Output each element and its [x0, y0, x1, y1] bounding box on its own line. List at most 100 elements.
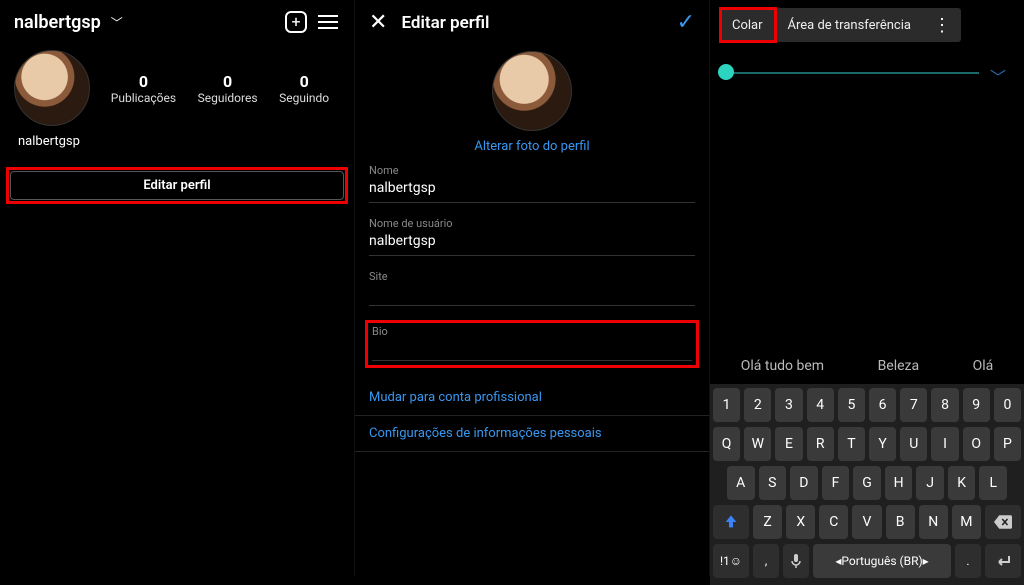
- field-site[interactable]: Site: [369, 270, 695, 306]
- stat-following-label: Seguindo: [279, 91, 329, 105]
- kb-row-bottom: !1☺ , ◂ Português (BR) ▸ .: [713, 544, 1021, 578]
- key-x[interactable]: X: [786, 505, 815, 539]
- key-o[interactable]: O: [963, 427, 990, 461]
- suggestion-2[interactable]: Beleza: [878, 358, 920, 374]
- edit-profile-highlight: Editar perfil: [6, 167, 348, 204]
- key-a[interactable]: A: [727, 466, 755, 500]
- change-photo-link[interactable]: Alterar foto do perfil: [355, 139, 709, 154]
- field-name-value[interactable]: nalbertgsp: [369, 177, 695, 198]
- key-h[interactable]: H: [885, 466, 913, 500]
- more-menu-icon[interactable]: ⋮: [923, 8, 961, 42]
- key-y[interactable]: Y: [869, 427, 896, 461]
- key-4[interactable]: 4: [807, 388, 834, 422]
- space-key[interactable]: ◂ Português (BR) ▸: [813, 544, 951, 578]
- key-6[interactable]: 6: [869, 388, 896, 422]
- bio-input-panel: Colar Área de transferência ⋮ ﹀ Olá tudo…: [710, 0, 1024, 576]
- display-name: nalbertgsp: [0, 130, 354, 153]
- text-cursor-track: ﹀: [710, 58, 1024, 88]
- key-d[interactable]: D: [790, 466, 818, 500]
- key-n[interactable]: N: [919, 505, 948, 539]
- keyboard-language: Português (BR): [841, 554, 922, 568]
- key-5[interactable]: 5: [838, 388, 865, 422]
- key-3[interactable]: 3: [775, 388, 802, 422]
- key-k[interactable]: K: [948, 466, 976, 500]
- field-name[interactable]: Nome nalbertgsp: [369, 164, 695, 203]
- profile-header: nalbertgsp ﹀ +: [0, 0, 354, 44]
- key-z[interactable]: Z: [753, 505, 782, 539]
- key-q[interactable]: Q: [713, 427, 740, 461]
- comma-key[interactable]: ,: [753, 544, 779, 578]
- key-w[interactable]: W: [744, 427, 771, 461]
- stat-followers[interactable]: 0 Seguidores: [198, 72, 258, 105]
- key-1[interactable]: 1: [713, 388, 740, 422]
- key-m[interactable]: M: [952, 505, 981, 539]
- cursor-handle-icon[interactable]: [718, 64, 734, 80]
- period-key[interactable]: .: [955, 544, 981, 578]
- stat-following[interactable]: 0 Seguindo: [279, 72, 329, 105]
- key-0[interactable]: 0: [994, 388, 1021, 422]
- key-e[interactable]: E: [775, 427, 802, 461]
- close-icon[interactable]: ✕: [369, 10, 387, 35]
- key-s[interactable]: S: [759, 466, 787, 500]
- key-7[interactable]: 7: [900, 388, 927, 422]
- kb-row-numbers: 1234567890: [713, 388, 1021, 422]
- kb-row-zxcv: ZXCVBNM: [713, 505, 1021, 539]
- key-v[interactable]: V: [852, 505, 881, 539]
- suggestion-3[interactable]: Olá: [973, 358, 994, 374]
- confirm-icon[interactable]: ✓: [677, 10, 695, 35]
- avatar[interactable]: [14, 50, 90, 126]
- field-username-label: Nome de usuário: [369, 217, 695, 230]
- context-menu-row: Colar Área de transferência ⋮: [710, 0, 1024, 50]
- key-p[interactable]: P: [994, 427, 1021, 461]
- stat-posts[interactable]: 0 Publicações: [111, 72, 176, 105]
- key-t[interactable]: T: [838, 427, 865, 461]
- key-r[interactable]: R: [807, 427, 834, 461]
- field-name-label: Nome: [369, 164, 695, 177]
- chevron-down-icon[interactable]: ﹀: [111, 14, 123, 31]
- enter-key-icon[interactable]: [985, 544, 1021, 578]
- menu-icon[interactable]: [316, 10, 340, 34]
- bio-highlight: Bio: [365, 320, 699, 368]
- kb-row-qwerty: QWERTYUIOP: [713, 427, 1021, 461]
- stat-followers-count: 0: [198, 72, 258, 91]
- key-c[interactable]: C: [819, 505, 848, 539]
- context-menu: Colar Área de transferência ⋮: [720, 8, 961, 42]
- chevron-down-icon[interactable]: ﹀: [990, 64, 1006, 88]
- paste-menu-item[interactable]: Colar: [720, 8, 775, 42]
- edit-profile-button[interactable]: Editar perfil: [10, 171, 344, 200]
- key-u[interactable]: U: [900, 427, 927, 461]
- suggestion-bar: Olá tudo bem Beleza Olá: [710, 348, 1024, 384]
- new-post-icon[interactable]: +: [284, 10, 308, 34]
- key-2[interactable]: 2: [744, 388, 771, 422]
- keyboard: 1234567890 QWERTYUIOP ASDFGHJKL ZXCVBNM …: [710, 384, 1024, 585]
- personal-info-link[interactable]: Configurações de informações pessoais: [355, 416, 709, 452]
- symbols-key[interactable]: !1☺: [713, 544, 749, 578]
- key-l[interactable]: L: [979, 466, 1007, 500]
- key-9[interactable]: 9: [963, 388, 990, 422]
- cursor-line: [718, 72, 979, 74]
- field-username-value[interactable]: nalbertgsp: [369, 230, 695, 251]
- mic-key-icon[interactable]: [783, 544, 809, 578]
- field-bio-value[interactable]: [372, 338, 692, 356]
- stat-posts-count: 0: [111, 72, 176, 91]
- field-site-value[interactable]: [369, 283, 695, 301]
- profile-stats-row: 0 Publicações 0 Seguidores 0 Seguindo: [0, 44, 354, 130]
- avatar[interactable]: [492, 51, 572, 131]
- stat-posts-label: Publicações: [111, 91, 176, 105]
- key-g[interactable]: G: [853, 466, 881, 500]
- suggestion-1[interactable]: Olá tudo bem: [741, 358, 824, 374]
- username-dropdown[interactable]: nalbertgsp: [14, 12, 101, 33]
- key-i[interactable]: I: [931, 427, 958, 461]
- switch-professional-link[interactable]: Mudar para conta profissional: [355, 380, 709, 416]
- clipboard-menu-item[interactable]: Área de transferência: [775, 8, 923, 42]
- key-8[interactable]: 8: [931, 388, 958, 422]
- field-bio[interactable]: Bio: [372, 325, 692, 361]
- shift-key[interactable]: [713, 505, 749, 539]
- field-username[interactable]: Nome de usuário nalbertgsp: [369, 217, 695, 256]
- key-b[interactable]: B: [886, 505, 915, 539]
- key-j[interactable]: J: [916, 466, 944, 500]
- key-f[interactable]: F: [822, 466, 850, 500]
- stat-following-count: 0: [279, 72, 329, 91]
- backspace-key[interactable]: [985, 505, 1021, 539]
- field-site-label: Site: [369, 270, 695, 283]
